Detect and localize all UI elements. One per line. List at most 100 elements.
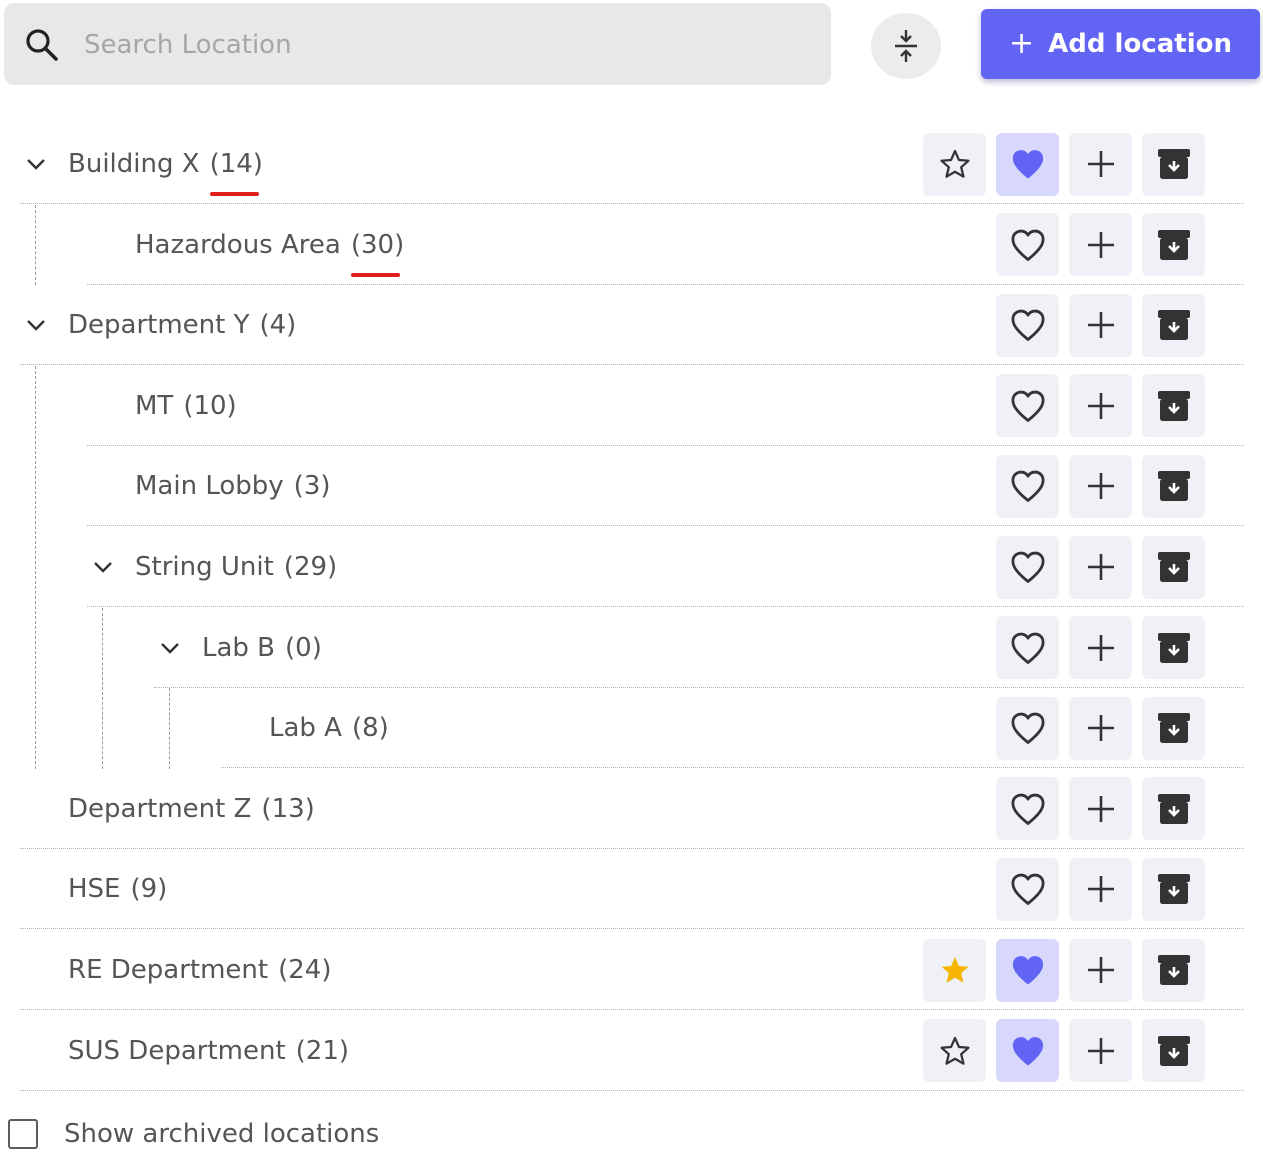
archive-icon: [1157, 310, 1190, 341]
star-button[interactable]: [923, 938, 986, 1002]
star-button[interactable]: [923, 132, 986, 196]
add-child-button[interactable]: [1069, 454, 1132, 518]
favorite-button[interactable]: [996, 535, 1059, 599]
plus-icon: [1087, 634, 1114, 661]
add-child-button[interactable]: [1069, 857, 1132, 921]
archive-button[interactable]: [1142, 293, 1205, 357]
archive-button[interactable]: [1142, 857, 1205, 921]
chevron-down-icon[interactable]: [25, 157, 47, 171]
favorite-button[interactable]: [996, 132, 1059, 196]
tree-row[interactable]: Main Lobby (3): [0, 446, 1244, 527]
star-button[interactable]: [923, 1019, 986, 1083]
row-actions: [996, 527, 1205, 607]
row-actions: [923, 930, 1205, 1010]
tree-row[interactable]: Department Y (4): [0, 285, 1244, 366]
location-count: (14): [209, 149, 263, 179]
archive-button[interactable]: [1142, 938, 1205, 1002]
location-count: (8): [351, 713, 389, 744]
tree-row-label[interactable]: Lab A (8): [269, 688, 389, 768]
location-count: (29): [283, 552, 338, 582]
tree-row-label[interactable]: Lab B (0): [202, 608, 322, 688]
add-child-button[interactable]: [1069, 696, 1132, 760]
row-actions: [996, 285, 1205, 365]
row-actions: [996, 608, 1205, 688]
archive-button[interactable]: [1142, 454, 1205, 518]
tree-row-label[interactable]: RE Department (24): [68, 930, 331, 1010]
show-archived-toggle[interactable]: Show archived locations: [8, 1117, 379, 1151]
favorite-button[interactable]: [996, 293, 1059, 357]
add-child-button[interactable]: [1069, 938, 1132, 1002]
star-icon: [941, 957, 968, 983]
chevron-down-icon[interactable]: [92, 560, 114, 574]
add-child-button[interactable]: [1069, 132, 1132, 196]
tree-row[interactable]: Lab A (8): [0, 688, 1244, 769]
favorite-button[interactable]: [996, 696, 1059, 760]
add-child-button[interactable]: [1069, 535, 1132, 599]
tree-row-label[interactable]: Department Y (4): [68, 285, 296, 365]
tree-row[interactable]: SUS Department (21): [0, 1011, 1244, 1091]
tree-row-label[interactable]: Main Lobby (3): [135, 446, 331, 526]
archive-button[interactable]: [1142, 616, 1205, 680]
plus-icon: [1087, 957, 1114, 983]
tree-row[interactable]: MT (10): [0, 366, 1244, 446]
archive-icon: [1157, 955, 1190, 985]
tree-row[interactable]: HSE (9): [0, 849, 1244, 930]
location-name: Lab B: [202, 632, 276, 663]
archive-icon: [1157, 713, 1190, 744]
annotation-underline: [351, 272, 400, 277]
tree-row[interactable]: Department Z (13): [0, 769, 1244, 849]
archive-button[interactable]: [1142, 696, 1205, 760]
favorite-button[interactable]: [996, 374, 1059, 438]
add-child-button[interactable]: [1069, 1019, 1132, 1083]
favorite-button[interactable]: [996, 454, 1059, 518]
heart-icon: [1012, 956, 1043, 985]
location-count: (13): [261, 793, 315, 824]
plus-icon: [1087, 392, 1114, 419]
tree-row[interactable]: Lab B (0): [0, 608, 1244, 688]
add-child-button[interactable]: [1069, 616, 1132, 680]
chevron-down-icon[interactable]: [25, 318, 47, 332]
favorite-button[interactable]: [996, 857, 1059, 921]
tree-row-label[interactable]: String Unit (29): [135, 527, 337, 607]
favorite-button[interactable]: [996, 777, 1059, 841]
heart-icon: [1011, 471, 1044, 503]
archive-button[interactable]: [1142, 132, 1205, 196]
archive-button[interactable]: [1142, 374, 1205, 438]
chevron-down-icon[interactable]: [159, 641, 181, 655]
search-input[interactable]: [82, 3, 816, 87]
tree-row-label[interactable]: Department Z (13): [68, 769, 315, 849]
plus-icon: [1087, 795, 1114, 822]
archive-button[interactable]: [1142, 1019, 1205, 1083]
add-child-button[interactable]: [1069, 777, 1132, 841]
plus-icon: [1087, 231, 1114, 258]
archive-button[interactable]: [1142, 535, 1205, 599]
location-count: (4): [259, 310, 297, 341]
favorite-button[interactable]: [996, 616, 1059, 680]
favorite-button[interactable]: [996, 1019, 1059, 1083]
heart-icon: [1011, 390, 1044, 422]
tree-row[interactable]: String Unit (29): [0, 527, 1244, 607]
plus-icon: [1087, 876, 1114, 903]
tree-row-label[interactable]: SUS Department (21): [68, 1011, 349, 1091]
favorite-button[interactable]: [996, 213, 1059, 277]
add-location-button[interactable]: + Add location: [981, 9, 1260, 79]
collapse-all-button[interactable]: [871, 13, 941, 79]
add-child-button[interactable]: [1069, 213, 1132, 277]
collapse-all-icon: [895, 30, 917, 62]
tree-row-label[interactable]: HSE (9): [68, 849, 167, 929]
tree-row[interactable]: Hazardous Area (30): [0, 205, 1244, 285]
search-bar: [4, 3, 831, 87]
plus-icon: [1087, 1037, 1114, 1064]
tree-row[interactable]: Building X (14): [0, 124, 1244, 204]
show-archived-label: Show archived locations: [64, 1119, 380, 1149]
plus-icon: [1087, 473, 1114, 500]
heart-icon: [1011, 874, 1044, 906]
tree-row-label[interactable]: MT (10): [135, 366, 237, 446]
archive-button[interactable]: [1142, 777, 1205, 841]
archive-button[interactable]: [1142, 213, 1205, 277]
add-child-button[interactable]: [1069, 293, 1132, 357]
add-child-button[interactable]: [1069, 374, 1132, 438]
favorite-button[interactable]: [996, 938, 1059, 1002]
show-archived-checkbox[interactable]: [8, 1119, 38, 1149]
tree-row[interactable]: RE Department (24): [0, 930, 1244, 1010]
